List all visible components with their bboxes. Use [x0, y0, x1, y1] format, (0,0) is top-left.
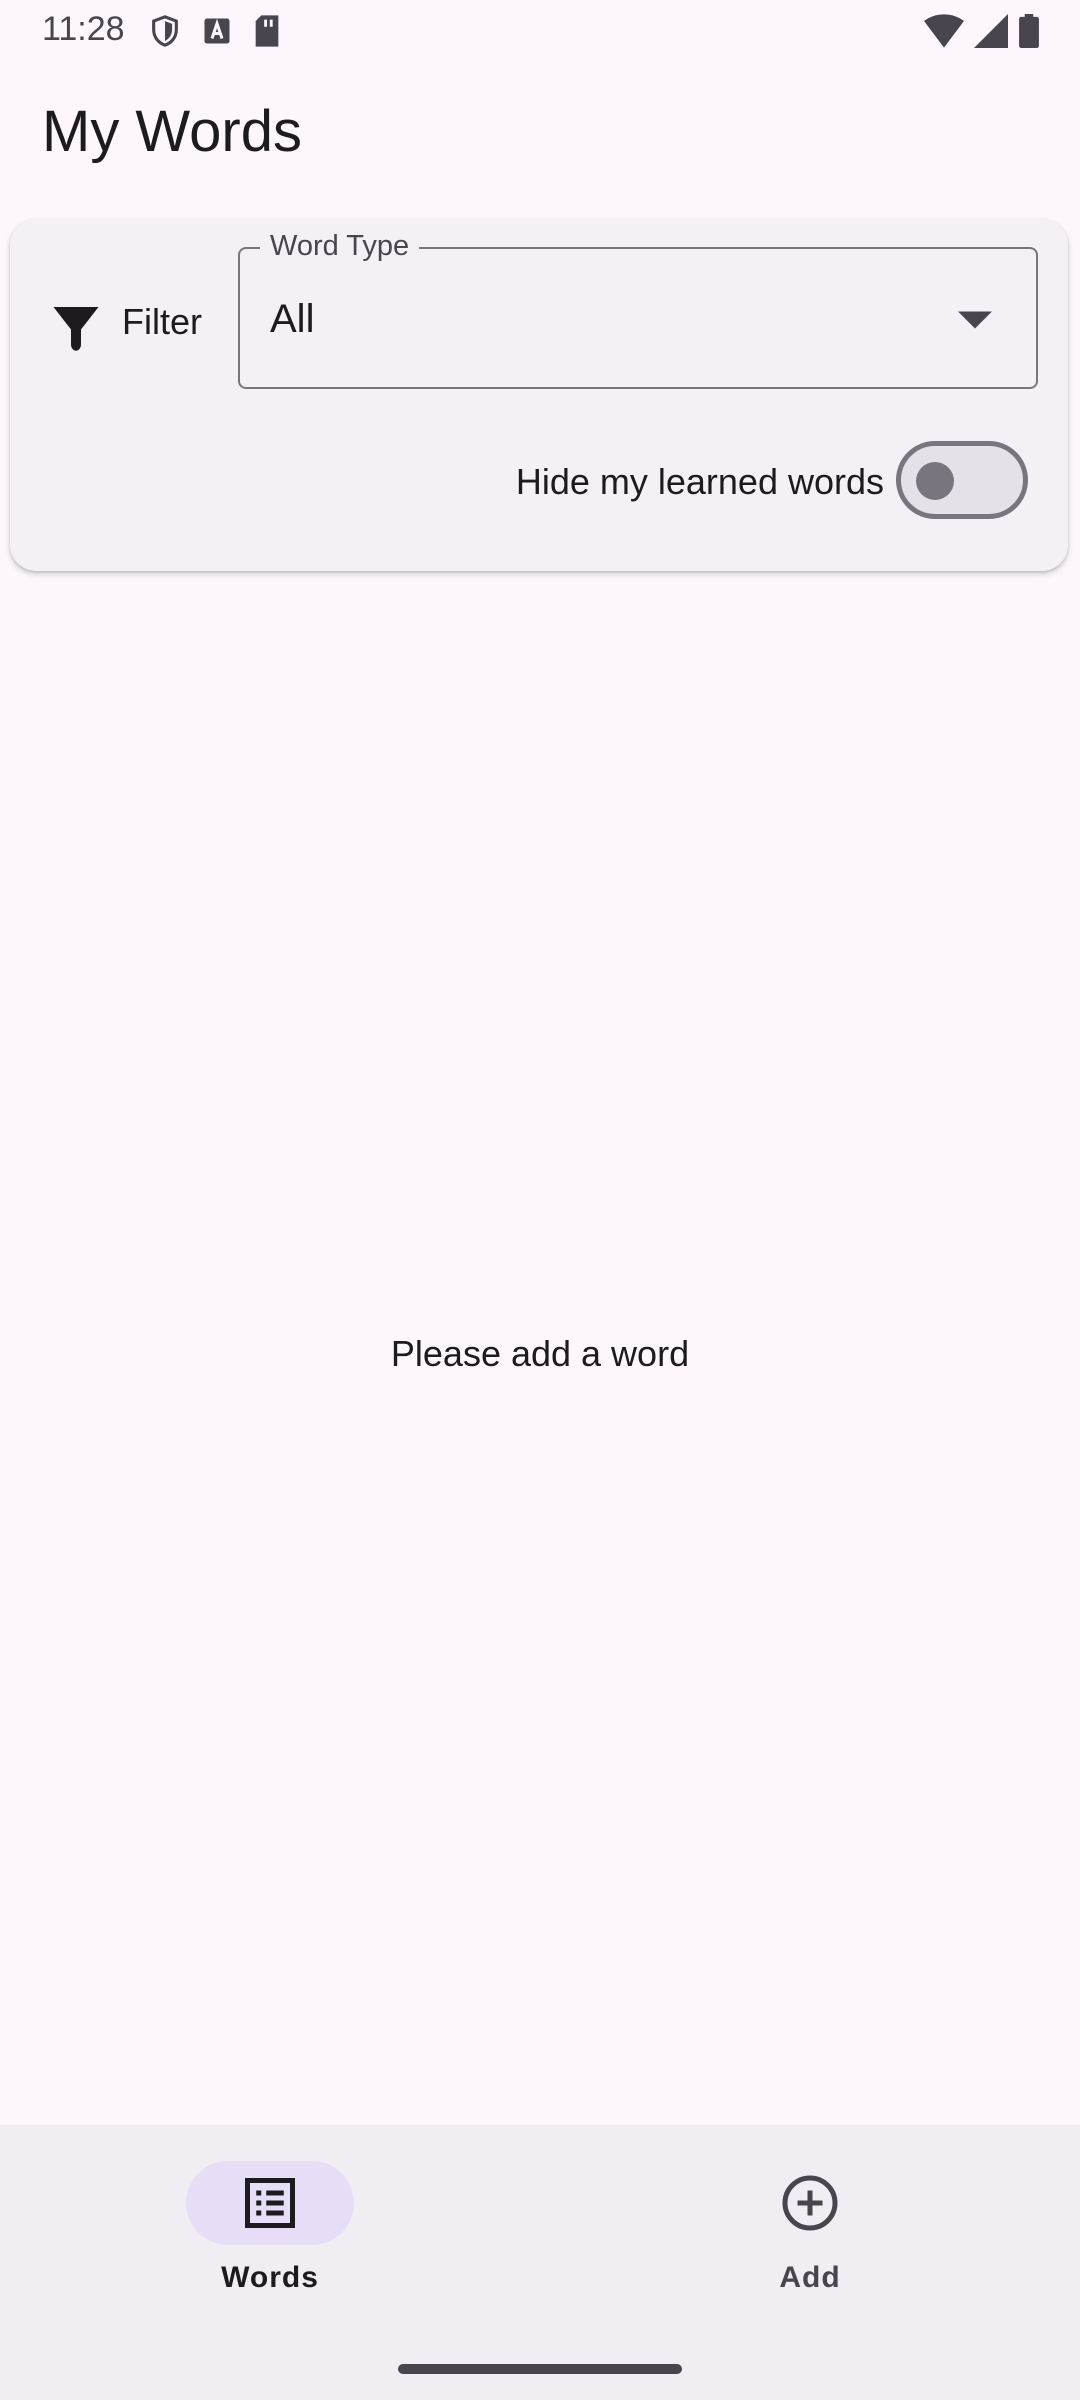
nav-label-add: Add — [779, 2261, 841, 2294]
toggle-thumb — [916, 462, 954, 500]
nav-item-add[interactable]: Add — [700, 2161, 920, 2311]
signal-icon — [974, 14, 1008, 48]
hide-learned-toggle[interactable] — [896, 441, 1028, 519]
shield-icon — [152, 15, 178, 47]
status-bar: 11:28 — [0, 0, 1080, 62]
status-time: 11:28 — [42, 10, 125, 48]
filter-icon — [53, 307, 99, 351]
word-type-dropdown[interactable]: Word Type All — [238, 230, 1038, 389]
filter-label: Filter — [122, 301, 202, 342]
filter-card: Filter Word Type All Hide my learned wor… — [10, 219, 1068, 571]
hide-learned-label: Hide my learned words — [515, 461, 884, 502]
word-type-value: All — [270, 297, 315, 341]
add-circle-icon — [782, 2175, 838, 2231]
text-a-icon — [204, 18, 230, 44]
list-icon — [245, 2178, 295, 2228]
home-indicator[interactable] — [398, 2364, 682, 2374]
empty-state-message: Please add a word — [390, 1333, 690, 1374]
nav-item-words[interactable]: Words — [160, 2161, 380, 2311]
wifi-icon — [924, 14, 964, 48]
word-type-label: Word Type — [260, 230, 420, 263]
dropdown-arrow-icon — [958, 311, 992, 329]
page-title: My Words — [42, 99, 302, 164]
bottom-navigation: Words Add — [0, 2125, 1080, 2400]
nav-label-words: Words — [221, 2261, 319, 2294]
sd-card-icon — [255, 15, 279, 47]
battery-icon — [1019, 14, 1039, 48]
